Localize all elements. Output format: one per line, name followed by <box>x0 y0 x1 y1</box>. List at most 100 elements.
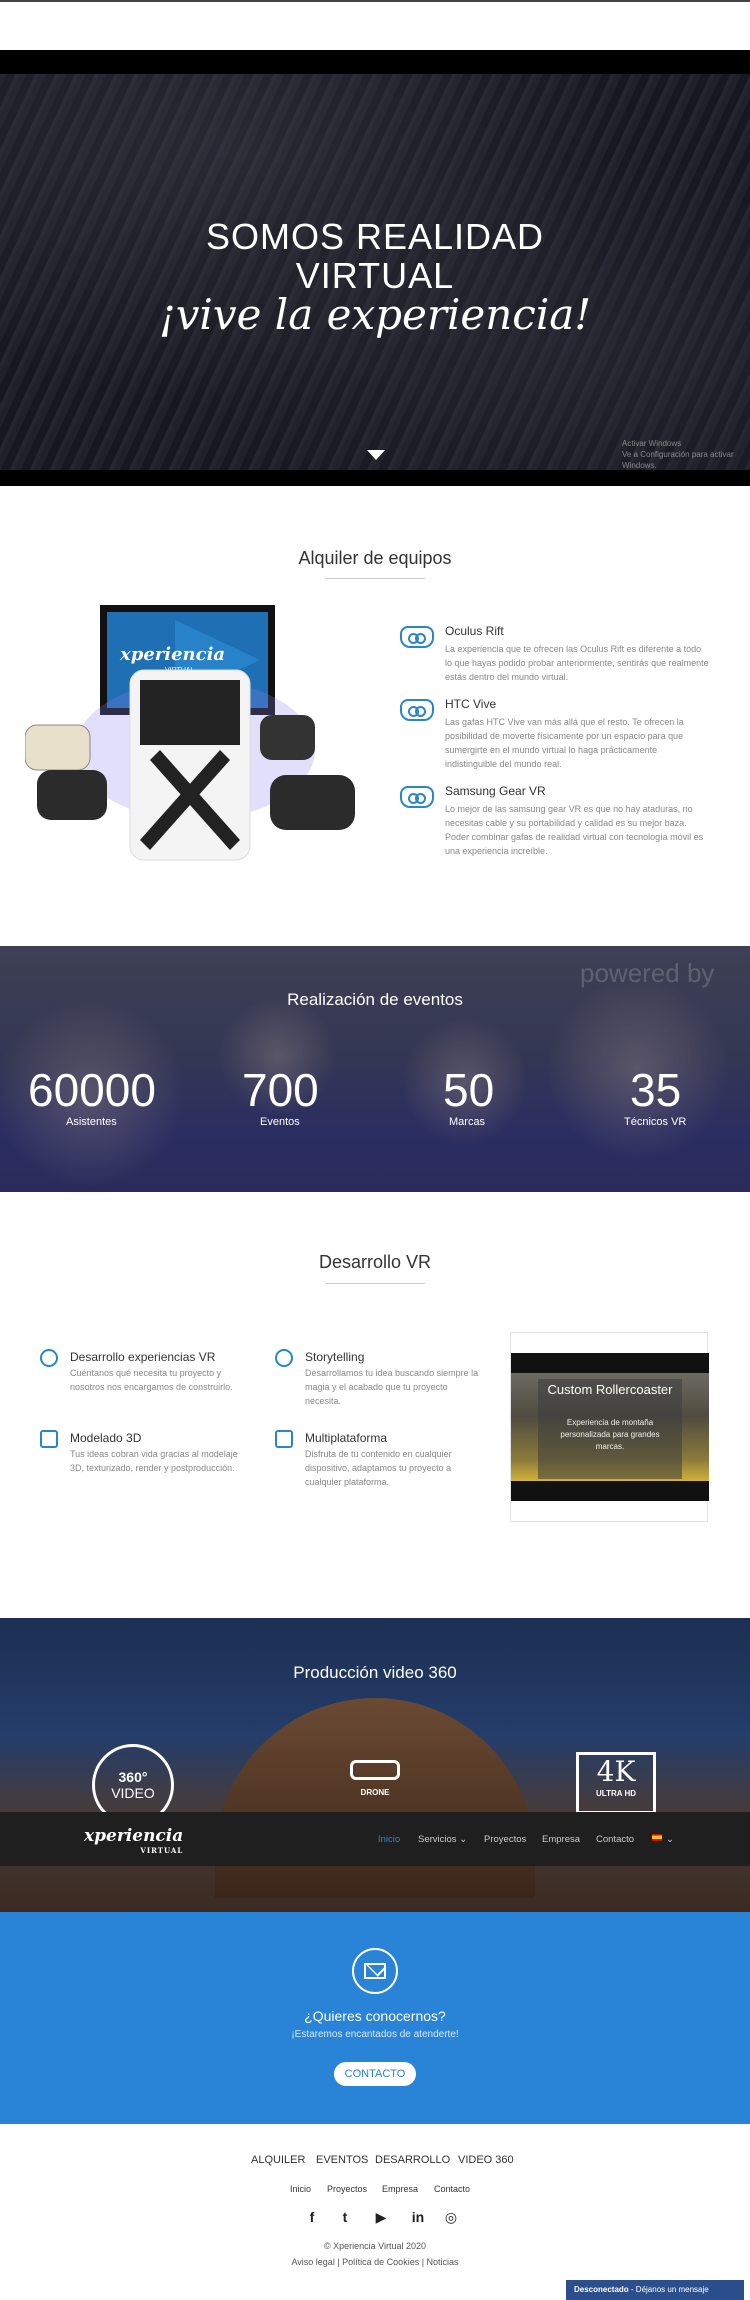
nav-empresa[interactable]: Empresa <box>542 1834 580 1845</box>
brain-icon <box>275 1349 293 1367</box>
vr-headset-icon <box>400 699 434 721</box>
equip-name: Samsung Gear VR <box>445 784 546 798</box>
instagram-icon[interactable]: ◎ <box>441 2207 461 2227</box>
stat-number: 50 <box>443 1064 495 1116</box>
footer-link-empresa[interactable]: Empresa <box>382 2184 418 2194</box>
facebook-icon[interactable]: f <box>302 2207 322 2227</box>
dev-title: Desarrollo VR <box>318 1252 432 1272</box>
slide-rollercoaster[interactable]: Custom Rollercoaster Experiencia de mont… <box>511 1353 709 1501</box>
hero-title-line1: SOMOS REALIDAD <box>205 216 545 257</box>
video360-section: Producción video 360 360° VIDEO DRONE 4K… <box>0 1618 750 1912</box>
dev-desc: Tus ideas cobran vida gracias al modelaj… <box>70 1449 238 1473</box>
rental-title: Alquiler de equipos <box>298 548 452 568</box>
vr-headset-icon <box>400 786 434 808</box>
spain-flag-icon[interactable] <box>652 1834 662 1841</box>
video360-title: Producción video 360 <box>293 1663 457 1682</box>
watermark-line1: Activar Windows <box>622 439 682 448</box>
dev-desc: Disfruta de tu contenido en cualquier di… <box>305 1449 452 1487</box>
events-section: powered by Realización de eventos 60000 … <box>0 946 750 1192</box>
chat-text: - Déjanos un mensaje <box>628 2285 709 2294</box>
linkedin-icon[interactable]: in <box>408 2207 428 2227</box>
stat-number: 60000 <box>28 1064 156 1116</box>
legal-links[interactable]: Aviso legal | Política de Cookies | Noti… <box>0 2257 750 2267</box>
dev-desc: Cuéntanos qué necesita tu proyecto y nos… <box>70 1368 233 1392</box>
top-strip <box>0 0 750 50</box>
equip-name: HTC Vive <box>445 697 497 711</box>
stat-brands: 50 Marcas <box>443 1066 583 1128</box>
stat-number: 700 <box>242 1064 319 1116</box>
stat-label: Asistentes <box>66 1116 117 1128</box>
dev-name: Multiplataforma <box>305 1431 388 1445</box>
footer-link-eventos[interactable]: EVENTOS <box>316 2154 368 2166</box>
footer-link-proyectos[interactable]: Proyectos <box>327 2184 367 2194</box>
watermark-line2: Ve a Configuración para activar Windows. <box>622 450 734 470</box>
equip-logo-text: xperiencia <box>119 644 225 665</box>
twitter-icon[interactable]: t <box>335 2207 355 2227</box>
stat-number: 35 <box>630 1064 682 1116</box>
equip-name: Oculus Rift <box>445 624 504 638</box>
gear-icon <box>40 1349 58 1367</box>
equip-desc: Lo mejor de las samsung gear VR es que n… <box>445 804 704 856</box>
rental-divider <box>325 578 425 579</box>
drone-badge: DRONE <box>330 1750 420 1810</box>
equip-desc: Las gafas HTC Vive van más allá que el r… <box>445 717 684 769</box>
dev-name: Storytelling <box>305 1350 365 1364</box>
drone-icon <box>350 1760 400 1780</box>
3d-model-icon <box>40 1430 58 1448</box>
nav-servicios[interactable]: Servicios ⌄ <box>418 1834 467 1845</box>
stat-label: Técnicos VR <box>624 1116 687 1128</box>
dev-desc: Desarrollamos tu idea buscando siempre l… <box>305 1368 479 1406</box>
dev-name: Modelado 3D <box>70 1431 142 1445</box>
contact-title: ¿Quieres conocernos? <box>304 2008 446 2024</box>
equip-desc: La experiencia que te ofrecen las Oculus… <box>445 644 709 682</box>
footer-link-inicio[interactable]: Inicio <box>290 2184 311 2194</box>
hero-tagline: ¡vive la experiencia! <box>158 290 592 339</box>
main-navbar: xperiencia VIRTUAL Inicio Servicios ⌄ Pr… <box>0 1812 750 1866</box>
logo-sub: VIRTUAL <box>140 1846 184 1855</box>
events-title: Realización de eventos <box>287 990 463 1009</box>
footer-link-video360[interactable]: VIDEO 360 <box>458 2154 514 2166</box>
site-logo[interactable]: xperiencia VIRTUAL <box>84 1826 183 1855</box>
vr-equipment-image: xperiencia VIRTUAL <box>25 605 355 861</box>
stat-events: 700 Eventos <box>242 1066 382 1128</box>
chat-status: Desconectado <box>574 2285 629 2294</box>
drone-label: DRONE <box>360 1788 390 1797</box>
badge360-bottom: VIDEO <box>111 1785 155 1801</box>
project-slider[interactable]: Custom Rollercoaster Experiencia de mont… <box>510 1332 709 1522</box>
slide-title: Custom Rollercoaster <box>547 1382 673 1397</box>
dev-name: Desarrollo experiencias VR <box>70 1350 216 1364</box>
envelope-icon <box>352 1948 398 1994</box>
stat-label: Marcas <box>449 1116 486 1128</box>
4k-badge: 4K ULTRA HD <box>576 1752 656 1814</box>
devices-icon <box>275 1430 293 1448</box>
vr-headset-icon <box>400 626 434 648</box>
hero-banner: SOMOS REALIDAD VIRTUAL ¡vive la experien… <box>0 50 750 486</box>
nav-inicio[interactable]: Inicio <box>378 1834 400 1845</box>
copyright: © Xperiencia Virtual 2020 <box>323 2241 427 2251</box>
nav-contacto[interactable]: Contacto <box>596 1834 634 1845</box>
badge4k-bottom: ULTRA HD <box>596 1789 636 1798</box>
contact-section: ¿Quieres conocernos? ¡Estaremos encantad… <box>0 1912 750 2124</box>
slide-desc: Experiencia de montaña personalizada par… <box>560 1418 660 1451</box>
events-watermark: powered by <box>580 958 715 988</box>
badge360-top: 360° <box>118 1769 148 1785</box>
footer-link-contacto[interactable]: Contacto <box>434 2184 470 2194</box>
footer-link-desarrollo[interactable]: DESARROLLO <box>375 2154 450 2166</box>
windows-watermark: Activar Windows Ve a Configuración para … <box>622 438 750 471</box>
badge4k-top: 4K <box>596 1755 636 1788</box>
nav-proyectos[interactable]: Proyectos <box>484 1834 526 1845</box>
contact-subtitle: ¡Estaremos encantados de atenderte! <box>291 2029 459 2040</box>
stat-technicians: 35 Técnicos VR <box>624 1066 750 1128</box>
scroll-down-icon[interactable] <box>367 450 385 460</box>
chevron-down-icon[interactable]: ⌄ <box>666 1834 674 1845</box>
nav-servicios-label: Servicios <box>418 1834 457 1845</box>
logo-text: xperiencia <box>84 1826 184 1846</box>
stat-label: Eventos <box>260 1116 300 1128</box>
chat-widget[interactable]: Desconectado - Déjanos un mensaje <box>566 2280 744 2300</box>
dev-divider <box>325 1283 425 1284</box>
stat-attendees: 60000 Asistentes <box>28 1066 168 1128</box>
footer-link-alquiler[interactable]: ALQUILER <box>251 2154 305 2166</box>
chevron-down-icon: ⌄ <box>459 1834 468 1845</box>
youtube-icon[interactable]: ▶ <box>371 2207 391 2227</box>
contact-button[interactable]: CONTACTO <box>334 2062 416 2086</box>
